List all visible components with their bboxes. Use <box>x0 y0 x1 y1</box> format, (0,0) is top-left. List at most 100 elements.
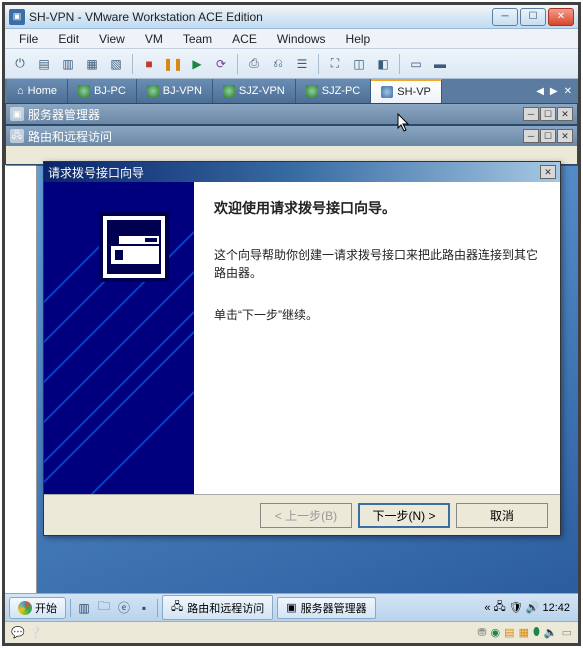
menu-team[interactable]: Team <box>175 31 220 47</box>
separator <box>399 54 400 74</box>
rras-icon: 🖧 <box>10 129 24 143</box>
quickswitch-icon[interactable]: ◧ <box>372 53 394 75</box>
snapshot-revert-icon[interactable]: ⎌ <box>267 53 289 75</box>
tab-sjz-vpn[interactable]: SJZ-VPN <box>213 79 296 103</box>
wizard-heading: 欢迎使用请求拨号接口向导。 <box>214 198 540 218</box>
device-floppy-icon[interactable]: ▤ <box>504 626 514 639</box>
pause-icon[interactable]: ❚❚ <box>162 53 184 75</box>
wizard-titlebar[interactable]: 请求拨号接口向导 ✕ <box>44 162 560 182</box>
unity-icon[interactable]: ◫ <box>348 53 370 75</box>
mdi-close-button[interactable]: ✕ <box>557 129 573 143</box>
summary-icon[interactable]: ▭ <box>405 53 427 75</box>
app-icon: ▣ <box>9 9 25 25</box>
help-icon[interactable]: ❔ <box>29 626 43 639</box>
menu-file[interactable]: File <box>11 31 46 47</box>
mdi-maximize-button[interactable]: ☐ <box>540 129 556 143</box>
menu-vm[interactable]: VM <box>137 31 171 47</box>
device-usb-icon[interactable]: ⬮ <box>533 626 540 639</box>
window-title: SH-VPN - VMware Workstation ACE Edition <box>29 10 492 24</box>
close-button[interactable]: ✕ <box>548 8 574 26</box>
rras-icon: 🖧 <box>171 598 183 617</box>
server-manager-icon: ▣ <box>286 601 296 614</box>
mdi-title-text: 服务器管理器 <box>28 106 100 123</box>
reset-icon[interactable]: ⟳ <box>210 53 232 75</box>
guest-taskbar: 开始 ▥ 🗀 ⓔ ▪ 🖧 路由和远程访问 ▣ 服务器管理器 « 🖧 🛡 🔊 <box>5 593 578 621</box>
mdi-minimize-button[interactable]: ─ <box>523 129 539 143</box>
wizard-close-button[interactable]: ✕ <box>540 165 556 179</box>
disk-icon[interactable]: ▤ <box>33 53 55 75</box>
play-icon[interactable]: ▶ <box>186 53 208 75</box>
vm-icon <box>306 85 318 97</box>
device-sound-icon[interactable]: 🔈 <box>544 626 558 639</box>
show-desktop-icon[interactable]: ▥ <box>75 599 93 617</box>
tray-shield-icon[interactable]: 🛡 <box>509 601 523 614</box>
separator <box>237 54 238 74</box>
wizard-graphic-icon <box>44 182 194 494</box>
home-icon: ⌂ <box>17 85 24 97</box>
fullscreen-icon[interactable]: ⛶ <box>324 53 346 75</box>
tray-network-icon[interactable]: 🖧 <box>494 598 506 617</box>
ie-icon[interactable]: ⓔ <box>115 599 133 617</box>
guest-display: 🖥 ⊟ ▣ 服务器管理器 ─ ☐ ✕ 🖧 路由和远程访问 ─ <box>5 103 578 621</box>
server-manager-icon: ▣ <box>10 107 24 121</box>
device-cd-icon[interactable]: ◉ <box>491 626 501 639</box>
maximize-button[interactable]: ☐ <box>520 8 546 26</box>
tray-clock[interactable]: 12:42 <box>542 602 570 614</box>
menu-windows[interactable]: Windows <box>269 31 334 47</box>
wizard-next-button[interactable]: 下一步(N) > <box>358 503 450 528</box>
menu-edit[interactable]: Edit <box>50 31 87 47</box>
wizard-sidebar-graphic <box>44 182 194 494</box>
disk3-icon[interactable]: ▦ <box>81 53 103 75</box>
power-off-icon[interactable]: ⏻ <box>9 53 31 75</box>
tray-chevron-icon[interactable]: « <box>484 602 490 614</box>
device-printer-icon[interactable]: ▭ <box>562 626 572 639</box>
cmd-icon[interactable]: ▪ <box>135 599 153 617</box>
stop-icon[interactable]: ■ <box>138 53 160 75</box>
menu-ace[interactable]: ACE <box>224 31 265 47</box>
explorer-icon[interactable]: 🗀 <box>95 599 113 617</box>
mdi-minimize-button[interactable]: ─ <box>523 107 539 121</box>
tree-pane: 🖥 ⊟ <box>5 103 37 593</box>
mdi-maximize-button[interactable]: ☐ <box>540 107 556 121</box>
toolbar: ⏻ ▤ ▥ ▦ ▧ ■ ❚❚ ▶ ⟳ ⎙ ⎌ ☰ ⛶ ◫ ◧ ▭ ▬ <box>5 49 578 79</box>
tab-bj-vpn[interactable]: BJ-VPN <box>137 79 213 103</box>
wizard-description: 这个向导帮助你创建一请求拨号接口来把此路由器连接到其它路由器。 <box>214 246 540 282</box>
tab-bj-pc[interactable]: BJ-PC <box>68 79 137 103</box>
mdi-title-text: 路由和远程访问 <box>28 128 112 145</box>
device-hdd-icon[interactable]: ⛃ <box>477 626 486 639</box>
tray-volume-icon[interactable]: 🔊 <box>526 601 540 614</box>
message-icon[interactable]: 💬 <box>11 626 25 639</box>
tab-close-icon[interactable]: ✕ <box>562 84 574 99</box>
separator <box>318 54 319 74</box>
menu-view[interactable]: View <box>91 31 133 47</box>
snapshot-icon[interactable]: ⎙ <box>243 53 265 75</box>
device-nic-icon[interactable]: ▦ <box>519 626 529 639</box>
mdi-rras: 🖧 路由和远程访问 ─ ☐ ✕ <box>5 125 578 165</box>
menu-help[interactable]: Help <box>338 31 379 47</box>
tab-home[interactable]: ⌂Home <box>7 79 68 103</box>
mdi-server-manager: ▣ 服务器管理器 ─ ☐ ✕ <box>5 103 578 125</box>
taskbar-item-server-manager[interactable]: ▣ 服务器管理器 <box>277 597 375 619</box>
vm-icon <box>223 85 235 97</box>
wizard-cancel-button[interactable]: 取消 <box>456 503 548 528</box>
titlebar: ▣ SH-VPN - VMware Workstation ACE Editio… <box>5 5 578 29</box>
mdi-close-button[interactable]: ✕ <box>557 107 573 121</box>
quick-launch: ▥ 🗀 ⓔ ▪ <box>70 599 158 617</box>
tab-scroll-left-icon[interactable]: ◀ <box>534 84 546 99</box>
vmware-statusbar: 💬 ❔ ⛃ ◉ ▤ ▦ ⬮ 🔈 ▭ <box>5 621 578 643</box>
snapshot-manager-icon[interactable]: ☰ <box>291 53 313 75</box>
taskbar-item-rras[interactable]: 🖧 路由和远程访问 <box>162 595 273 620</box>
tab-scroll-right-icon[interactable]: ▶ <box>548 84 560 99</box>
tab-sjz-pc[interactable]: SJZ-PC <box>296 79 372 103</box>
start-button[interactable]: 开始 <box>9 597 66 619</box>
wizard-content: 欢迎使用请求拨号接口向导。 这个向导帮助你创建一请求拨号接口来把此路由器连接到其… <box>194 182 560 494</box>
disk4-icon[interactable]: ▧ <box>105 53 127 75</box>
wizard-instruction: 单击“下一步”继续。 <box>214 306 540 324</box>
disk2-icon[interactable]: ▥ <box>57 53 79 75</box>
wizard-dialog: 请求拨号接口向导 ✕ <box>43 161 561 536</box>
tab-sh-vp[interactable]: SH-VP <box>371 79 442 103</box>
console-icon[interactable]: ▬ <box>429 53 451 75</box>
minimize-button[interactable]: ─ <box>492 8 518 26</box>
windows-orb-icon <box>18 601 32 615</box>
vm-icon <box>147 85 159 97</box>
